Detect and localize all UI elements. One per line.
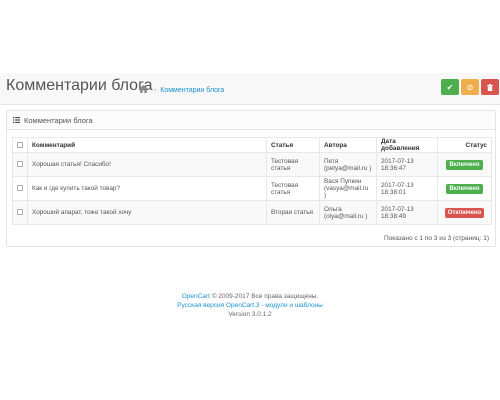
panel-title: Комментарии блога [24,115,93,125]
column-header-author[interactable]: Автора [319,137,377,153]
breadcrumb-link[interactable]: Комментарии блога [160,87,224,94]
comment-cell: Хорошая статья! Спасибо! [27,152,267,177]
check-icon: ✔ [446,82,454,92]
table-row: Хороший апарат, тоже такой хочу Вторая с… [12,200,492,225]
row-checkbox-cell [12,200,28,225]
page-title: Комментарии блога [6,77,153,94]
home-icon[interactable] [139,85,148,93]
row-checkbox[interactable] [17,161,23,168]
comments-panel: Комментарии блога Комментарий Статья Авт… [6,110,496,247]
status-cell: Отключено [437,200,492,225]
table-row: Хорошая статья! Спасибо! Тестовая статья… [12,152,492,177]
row-checkbox-cell [12,152,28,177]
table-row: Как и где купить такой товар? Тестовая с… [12,176,492,201]
ban-icon: ⊘ [466,82,474,92]
trash-icon [487,83,493,91]
status-badge[interactable]: Включено [446,183,483,194]
comment-cell: Как и где купить такой товар? [27,176,267,201]
column-header-status[interactable]: Статус [437,137,492,153]
delete-button[interactable] [481,79,499,95]
row-checkbox[interactable] [17,209,23,216]
select-all-checkbox[interactable] [17,141,23,148]
footer-copyright-line: OpenCart © 2009-2017 Все права защищены. [0,292,500,301]
row-checkbox-cell [12,176,28,201]
footer: OpenCart © 2009-2017 Все права защищены.… [0,292,500,319]
table-header-row: Комментарий Статья Автора Дата добавлени… [12,137,492,153]
select-all-header [12,137,28,153]
article-cell: Вторая статья [266,200,320,225]
opencart-link[interactable]: OpenCart [182,293,210,300]
article-cell: Тестовая статья [266,176,320,201]
pagination-info: Показано с 1 по 3 из 3 (страниц: 1) [383,235,489,242]
list-icon [13,117,20,123]
row-checkbox[interactable] [17,185,23,192]
copyright-text: © 2009-2017 Все права защищены. [211,293,319,300]
date-cell: 2017-07-13 18:38:01 [376,176,438,201]
author-cell: Ольга (olya@mail.ru ) [319,200,377,225]
column-header-article[interactable]: Статья [266,137,320,153]
status-cell: Включено [437,176,492,201]
russian-version-line: Русская версия OpenCart.3 - модули и шаб… [0,301,500,310]
breadcrumb: › Комментарии блога [139,84,224,94]
version-text: Version 3.0.1.2 [228,311,272,318]
date-cell: 2017-07-13 18:36:47 [376,152,438,177]
disable-button[interactable]: ⊘ [461,79,479,95]
enable-button[interactable]: ✔ [441,79,459,95]
status-badge[interactable]: Отключено [444,207,485,218]
status-cell: Включено [437,152,492,177]
author-cell: Петя (petya@mail.ru ) [319,152,377,177]
comment-cell: Хороший апарат, тоже такой хочу [27,200,267,225]
column-header-comment[interactable]: Комментарий [27,137,267,153]
column-header-date[interactable]: Дата добавления [376,137,438,153]
panel-heading: Комментарии блога [7,111,495,130]
comments-table: Комментарий Статья Автора Дата добавлени… [12,137,492,225]
status-badge[interactable]: Включено [446,159,483,170]
date-cell: 2017-07-13 18:38:49 [376,200,438,225]
russian-version-link[interactable]: Русская версия OpenCart.3 - модули и шаб… [177,302,323,309]
breadcrumb-separator: › [153,87,157,94]
page-header: Комментарии блога › Комментарии блога [0,73,500,105]
author-cell: Вася Пупкин (vasya@mail.ru ) [319,176,377,201]
article-cell: Тестовая статья [266,152,320,177]
